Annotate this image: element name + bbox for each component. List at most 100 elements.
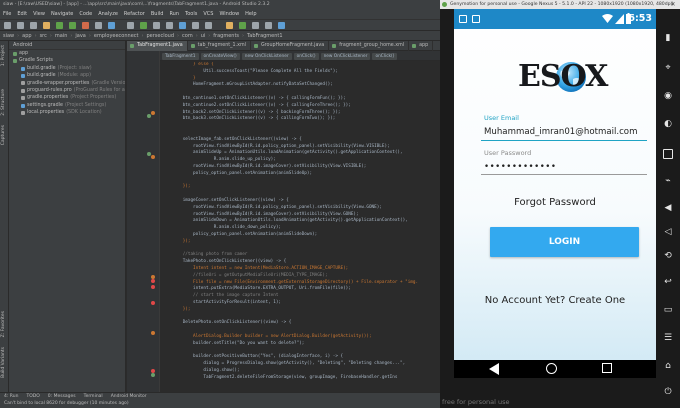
identifiers-icon[interactable] [663,149,673,159]
nav-crumb[interactable]: siaw [3,31,14,40]
menu-item-tools[interactable]: Tools [185,10,197,19]
toolbar-action-icon[interactable] [252,22,259,29]
bottom-tool-4[interactable]: Android Monitor [111,393,147,400]
code-breadcrumb[interactable]: onCreateView() [200,52,240,60]
breakpoint-marker[interactable] [151,373,155,377]
toolbar-action-icon[interactable] [179,22,186,29]
toolbar-action-icon[interactable] [153,22,160,29]
toolbar-action-icon[interactable] [4,22,11,29]
webcam-widget-icon[interactable]: ◉ [661,89,675,103]
forgot-password-link[interactable]: Forgot Password [454,197,656,208]
home-icon[interactable] [546,363,557,374]
code-breadcrumb[interactable]: new OnClickListener [320,52,371,60]
code-breadcrumb[interactable]: onClick() [293,52,319,60]
toolbar-action-icon[interactable] [205,22,212,29]
email-field[interactable]: Muhammad_imran01@hotmail.com [484,127,637,137]
breakpoint-marker[interactable] [151,331,155,335]
menu-item-navigate[interactable]: Navigate [51,10,73,19]
toolbar-action-icon[interactable] [82,22,89,29]
editor-tab[interactable]: GroupHomeFragment.java [251,41,330,51]
tree-item[interactable]: build.gradle (Project: siaw) [9,65,125,72]
bottom-tool-0[interactable]: 4: Run [4,393,18,400]
editor-tab[interactable]: fragment_group_home.xml [329,41,410,51]
toolbar-action-icon[interactable] [69,22,76,29]
toolbar-action-icon[interactable] [239,22,246,29]
power-icon[interactable]: ⏻ [661,385,675,399]
toolbar-action-icon[interactable] [140,22,147,29]
tool-window-3[interactable]: Z: Favorites [1,311,6,337]
tool-window-0[interactable]: 1: Project [1,45,6,66]
bottom-tool-2[interactable]: 0: Messages [48,393,76,400]
tree-item[interactable]: app [9,50,125,57]
tree-item[interactable]: build.gradle (Module: app) [9,72,125,79]
toolbar-action-icon[interactable] [226,22,233,29]
code-breadcrumb[interactable]: onClick() [372,52,398,60]
network-icon[interactable]: ⌁ [661,174,675,188]
toolbar-action-icon[interactable] [127,22,134,29]
password-field[interactable]: ••••••••••••• [484,162,556,172]
breakpoint-marker[interactable] [151,285,155,289]
tool-window-2[interactable]: Captures [1,125,6,145]
toolbar-action-icon[interactable] [95,22,102,29]
back-icon[interactable] [489,363,499,375]
nav-crumb[interactable]: app [22,31,31,40]
nav-crumb[interactable]: main [55,31,68,40]
editor-tab[interactable]: app [409,41,434,51]
menu-item-file[interactable]: File [3,10,11,19]
recent-apps-icon[interactable] [602,363,612,373]
nav-crumb[interactable]: TabFragment1 [247,31,283,40]
breakpoint-marker[interactable] [151,301,155,305]
volume-up-icon[interactable]: ◀ [661,201,675,215]
breakpoint-marker[interactable] [151,155,155,159]
project-view-selector[interactable]: Android [9,41,125,50]
nav-crumb[interactable]: employeeconnect [94,31,139,40]
toolbar-action-icon[interactable] [192,22,199,29]
tree-item[interactable]: settings.gradle (Project Settings) [9,102,125,109]
tree-item[interactable]: gradle-wrapper.properties(Gradle Version… [9,80,125,87]
toolbar-action-icon[interactable] [166,22,173,29]
breakpoint-marker[interactable] [151,279,155,283]
tool-window-4[interactable]: Build Variants [1,347,6,378]
login-button[interactable]: LOGIN [490,227,639,257]
nav-crumb[interactable]: ui [201,31,206,40]
nav-crumb[interactable]: src [40,31,47,40]
code-breadcrumb[interactable]: TabFragment1 [162,52,199,60]
back-button-icon[interactable]: ↩ [661,275,675,289]
bottom-tool-1[interactable]: TODO [26,393,39,400]
tool-window-1[interactable]: 2: Structure [1,89,6,116]
nav-crumb[interactable]: java [75,31,85,40]
toolbar-action-icon[interactable] [17,22,24,29]
toolbar-action-icon[interactable] [265,22,272,29]
editor-tab[interactable]: TabFragment1.java [127,41,188,51]
tree-item[interactable]: proguard-rules.pro(ProGuard Rules for ap… [9,87,125,94]
menu-item-build[interactable]: Build [151,10,164,19]
tree-item[interactable]: Gradle Scripts [9,57,125,64]
toolbar-action-icon[interactable] [43,22,50,29]
nav-crumb[interactable]: fragments [213,31,239,40]
nav-crumb[interactable]: com [182,31,193,40]
recent-button-icon[interactable]: ▭ [661,303,675,317]
menu-item-refactor[interactable]: Refactor [124,10,145,19]
menu-item-run[interactable]: Run [169,10,179,19]
bottom-tool-3[interactable]: Terminal [84,393,103,400]
toolbar-action-icon[interactable] [56,22,63,29]
menu-item-view[interactable]: View [33,10,45,19]
gps-widget-icon[interactable]: ⌖ [661,61,675,75]
toolbar-action-icon[interactable] [108,22,115,29]
tree-item[interactable]: local.properties (SDK Location) [9,109,125,116]
volume-down-icon[interactable]: ◁ [661,225,675,239]
menu-button-icon[interactable]: ☰ [661,331,675,345]
toolbar-action-icon[interactable] [278,22,285,29]
menu-item-code[interactable]: Code [79,10,92,19]
nav-crumb[interactable]: persecloud [147,31,175,40]
rotate-icon[interactable]: ⟲ [661,249,675,263]
breakpoint-marker[interactable] [151,111,155,115]
breakpoint-marker[interactable] [147,114,151,118]
tree-item[interactable]: gradle.properties (Project Properties) [9,94,125,101]
home-button-icon[interactable]: ⌂ [661,359,675,373]
menu-item-window[interactable]: Window [219,10,239,19]
menu-item-edit[interactable]: Edit [17,10,27,19]
create-account-link[interactable]: No Account Yet? Create One [454,295,656,306]
battery-widget-icon[interactable]: ▮ [661,31,675,45]
toolbar-action-icon[interactable] [30,22,37,29]
